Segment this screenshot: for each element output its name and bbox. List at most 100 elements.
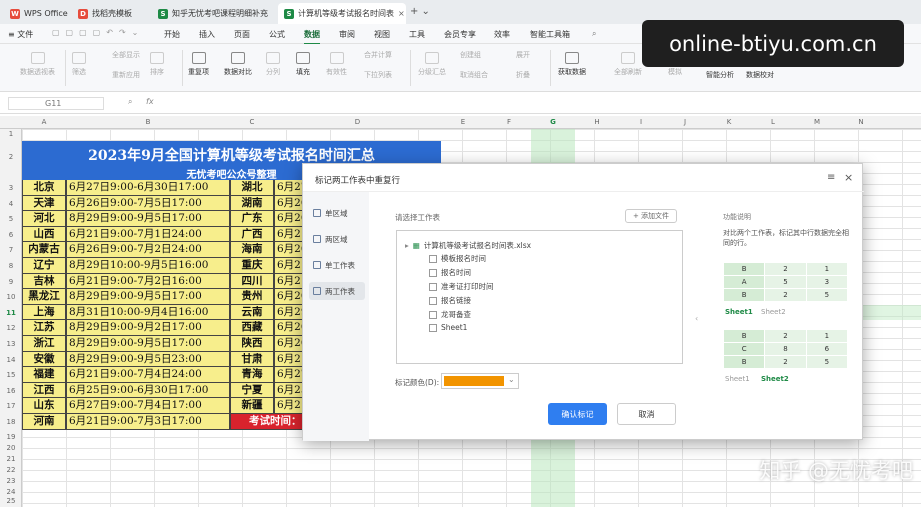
tab-course-detail[interactable]: S 知乎无忧考吧课程明细补充 [152,3,276,24]
row-header[interactable]: 5 [0,215,22,223]
checkbox[interactable] [429,296,437,305]
nav-single-range[interactable]: 单区域 [309,204,365,222]
tab-docer-templates[interactable]: D 找稻壳模板 [72,3,150,24]
expand-button[interactable]: 展开 [516,50,530,60]
table-cell[interactable]: 6月21日9:00-7月4日24:00 [66,367,230,383]
column-header[interactable]: J [663,116,707,129]
row-header[interactable]: 1 [0,130,22,138]
data-proofread-button[interactable]: 数据校对 [746,70,774,80]
cancel-button[interactable]: 取消 [617,403,676,425]
column-header[interactable]: I [619,116,663,129]
checkbox[interactable] [429,268,437,277]
column-header[interactable]: M [795,116,839,129]
menu-review[interactable]: 审阅 [339,29,355,40]
table-row[interactable]: 福建 6月21日9:00-7月4日24:00 青海 6月27 [22,367,346,383]
column-header[interactable]: N [839,116,883,129]
table-row[interactable]: 江西 6月25日9:00-6月30日17:00 宁夏 6月25 [22,382,346,399]
row-header[interactable]: 22 [0,466,22,474]
menu-formula[interactable]: 公式 [269,29,285,40]
row-header[interactable]: 18 [0,418,22,426]
table-cell[interactable]: 6月21日9:00-7月1日24:00 [66,226,230,243]
row-header[interactable]: 21 [0,455,22,463]
table-row[interactable]: 上海 8月31日10:00-9月4日16:00 云南 6月29 [22,304,346,321]
row-header[interactable]: 15 [0,371,22,379]
table-cell[interactable]: 天津 [22,195,66,212]
table-row[interactable]: 山东 6月27日9:00-7月4日17:00 新疆 6月21 [22,398,346,414]
column-header[interactable]: C [230,116,274,129]
checkbox[interactable] [429,254,437,263]
table-row[interactable]: 天津 6月26日9:00-7月5日17:00 湖南 6月26 [22,195,346,212]
table-row[interactable]: 河北 8月29日9:00-9月5日17:00 广东 6月26 [22,211,346,227]
table-cell[interactable]: 云南 [230,304,274,321]
table-cell[interactable]: 8月29日9:00-9月5日17:00 [66,289,230,305]
smart-analysis-button[interactable]: 智能分析 [706,70,734,80]
confirm-mark-button[interactable]: 确认标记 [548,403,607,425]
table-cell[interactable]: 8月29日9:00-9月5日17:00 [66,211,230,227]
fill-button[interactable]: 填充 [296,52,310,77]
name-box[interactable]: G11 [8,97,104,110]
split-column-button[interactable]: 分列 [266,52,280,77]
table-row[interactable]: 吉林 6月21日9:00-7月2日16:00 四川 6月21 [22,273,346,290]
row-header[interactable]: 7 [0,246,22,254]
row-header[interactable]: 2 [0,153,22,161]
table-cell[interactable]: 山西 [22,226,66,243]
table-cell[interactable]: 江苏 [22,320,66,336]
sheet-checkbox[interactable]: 报名时间 [429,267,471,278]
table-cell[interactable]: 6月27日9:00-6月30日17:00 [66,180,230,196]
add-file-button[interactable]: + 添加文件 [625,209,677,223]
table-cell[interactable]: 河北 [22,211,66,227]
close-icon[interactable]: × [844,171,853,184]
table-row[interactable]: 浙江 8月29日9:00-9月5日17:00 陕西 6月26 [22,336,346,352]
table-cell[interactable]: 广东 [230,211,274,227]
menu-start[interactable]: 开始 [164,29,180,40]
sort-button[interactable]: 排序 [150,52,164,77]
row-header[interactable]: 4 [0,200,22,208]
table-cell[interactable]: 宁夏 [230,382,274,399]
consolidate-button[interactable]: 合并计算 [364,50,392,60]
row-header[interactable]: 17 [0,402,22,410]
tab-wps-office[interactable]: W WPS Office [4,3,70,24]
sheet-checkbox[interactable]: 模板报名时间 [429,253,486,264]
row-header[interactable]: 19 [0,433,22,441]
column-header[interactable]: F [487,116,531,129]
column-header[interactable]: A [22,116,66,129]
tree-file-node[interactable]: ▸ ▦ 计算机等级考试报名时间表.xlsx [405,240,531,251]
get-data-button[interactable]: 获取数据 [558,52,586,77]
table-cell[interactable]: 浙江 [22,336,66,352]
table-cell[interactable]: 8月29日9:00-9月5日17:00 [66,336,230,352]
validity-button[interactable]: 有效性 [326,52,347,77]
table-cell[interactable]: 黑龙江 [22,289,66,305]
sheet-checkbox[interactable]: Sheet1 [429,323,467,332]
menu-tools[interactable]: 工具 [409,29,425,40]
duplicates-button[interactable]: 重复项 [188,52,209,77]
table-row[interactable]: 辽宁 8月29日10:00-9月5日16:00 重庆 6月21 [22,258,346,274]
subtotal-button[interactable]: 分级汇总 [418,52,446,77]
reapply-button[interactable]: 重新应用 [112,70,140,80]
row-header[interactable]: 13 [0,340,22,348]
row-header[interactable]: 10 [0,293,22,301]
data-compare-button[interactable]: 数据对比 [224,52,252,77]
menu-file[interactable]: ≡ 文件 [8,29,33,40]
filter-button[interactable]: 筛选 [72,52,86,77]
table-cell[interactable]: 8月29日9:00-9月2日17:00 [66,320,230,336]
column-header[interactable]: H [575,116,619,129]
table-cell[interactable]: 新疆 [230,398,274,414]
table-cell[interactable]: 安徽 [22,351,66,368]
column-header[interactable]: G [531,116,575,129]
table-cell[interactable]: 8月29日9:00-9月5日23:00 [66,351,230,368]
table-cell[interactable]: 西藏 [230,320,274,336]
menu-page[interactable]: 页面 [234,29,250,40]
table-cell[interactable]: 吉林 [22,273,66,290]
table-cell[interactable]: 上海 [22,304,66,321]
table-cell[interactable]: 湖北 [230,180,274,196]
table-cell[interactable]: 福建 [22,367,66,383]
sheet-checkbox[interactable]: 龙哥备查 [429,309,471,320]
tab-exam-schedule[interactable]: S 计算机等级考试报名时间表 × [278,3,406,24]
checkbox[interactable] [429,282,437,291]
table-cell[interactable]: 贵州 [230,289,274,305]
table-cell[interactable]: 6月21日9:00-7月3日17:00 [66,414,230,430]
table-cell[interactable]: 山东 [22,398,66,414]
sheet-checkbox[interactable]: 准考证打印时间 [429,281,494,292]
table-cell[interactable]: 辽宁 [22,258,66,274]
nav-single-sheet[interactable]: 单工作表 [309,256,365,274]
